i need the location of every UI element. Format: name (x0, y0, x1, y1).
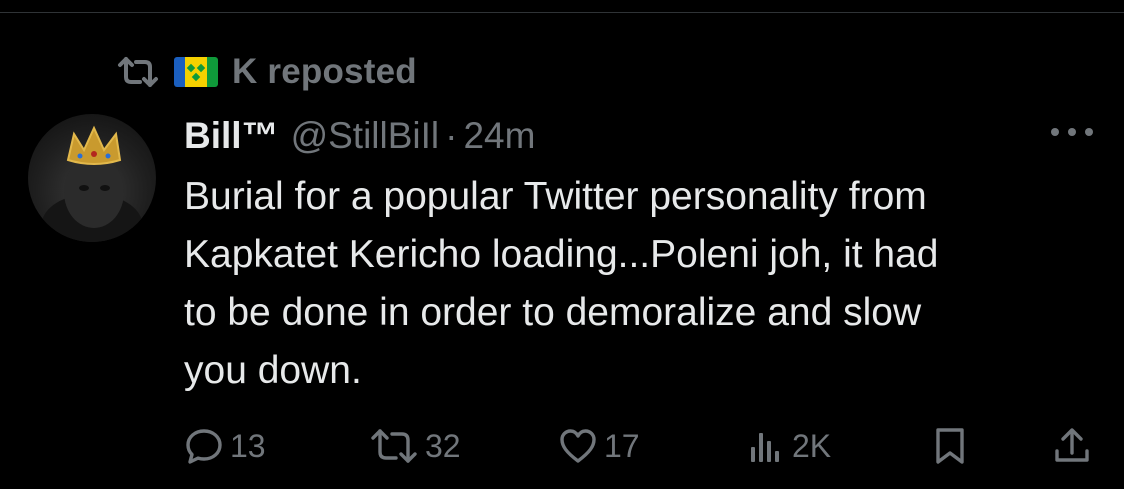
repost-button[interactable]: 32 (369, 420, 461, 472)
reply-icon (184, 426, 224, 466)
saint-vincent-flag-icon (174, 57, 218, 87)
share-icon (1052, 426, 1092, 466)
bookmark-icon (930, 426, 970, 466)
more-icon (1049, 125, 1095, 143)
share-button[interactable] (1052, 420, 1092, 472)
repost-context[interactable]: K reposted (116, 52, 417, 92)
repost-icon (116, 55, 160, 89)
repost-action-icon (369, 426, 419, 466)
bookmark-button[interactable] (930, 420, 970, 472)
tweet-text: Burial for a popular Twitter personality… (184, 175, 939, 392)
timestamp[interactable]: 24m (463, 115, 535, 157)
repost-count: 32 (425, 427, 461, 464)
reply-count: 13 (230, 427, 266, 464)
author-handle[interactable]: @StillBiIl (291, 115, 440, 157)
top-divider (0, 12, 1124, 13)
like-count: 17 (604, 427, 640, 464)
repost-label: K reposted (232, 52, 417, 91)
more-button[interactable] (1048, 116, 1096, 152)
action-bar: 13 32 17 2K (184, 420, 1100, 472)
heart-icon (558, 426, 598, 466)
views-count: 2K (792, 427, 832, 464)
author-name[interactable]: Bill™ (184, 115, 279, 157)
separator-dot: · (445, 115, 458, 156)
reply-button[interactable]: 13 (184, 420, 266, 472)
like-button[interactable]: 17 (558, 420, 640, 472)
views-icon (746, 426, 786, 466)
avatar[interactable] (28, 114, 156, 242)
views-button[interactable]: 2K (746, 420, 831, 472)
tweet-header: Bill™ @StillBiIl · 24m (184, 112, 535, 160)
